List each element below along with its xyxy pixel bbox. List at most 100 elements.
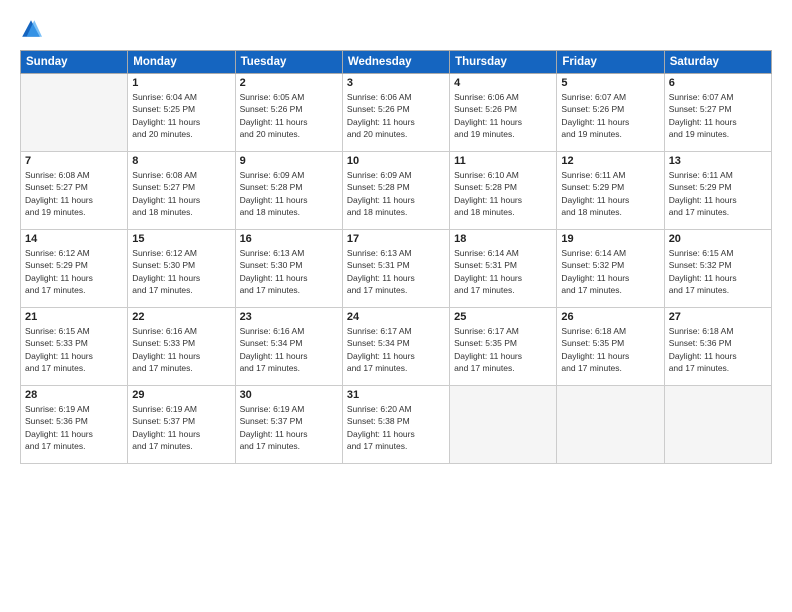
calendar-cell: 23Sunrise: 6:16 AMSunset: 5:34 PMDayligh… <box>235 308 342 386</box>
header <box>20 18 772 40</box>
day-info: Sunrise: 6:08 AMSunset: 5:27 PMDaylight:… <box>25 169 123 218</box>
calendar-cell: 8 Sunrise: 6:08 AMSunset: 5:27 PMDaylight… <box>128 152 235 230</box>
calendar-cell: 28 Sunrise: 6:19 AMSunset: 5:36 PMDayligh… <box>21 386 128 464</box>
calendar-cell: 26 Sunrise: 6:18 AMSunset: 5:35 PMDayligh… <box>557 308 664 386</box>
day-info: Sunrise: 6:18 AMSunset: 5:35 PMDaylight:… <box>561 325 659 374</box>
day-number: 18 <box>454 233 552 245</box>
calendar-cell: 15Sunrise: 6:12 AMSunset: 5:30 PMDayligh… <box>128 230 235 308</box>
calendar-cell: 12Sunrise: 6:11 AMSunset: 5:29 PMDayligh… <box>557 152 664 230</box>
day-info: Sunrise: 6:17 AMSunset: 5:35 PMDaylight:… <box>454 325 552 374</box>
day-info: Sunrise: 6:12 AMSunset: 5:29 PMDaylight:… <box>25 247 123 296</box>
day-info: Sunrise: 6:14 AMSunset: 5:32 PMDaylight:… <box>561 247 659 296</box>
weekday-header-monday: Monday <box>128 51 235 74</box>
day-number: 1 <box>132 77 230 89</box>
day-number: 17 <box>347 233 445 245</box>
day-info: Sunrise: 6:09 AMSunset: 5:28 PMDaylight:… <box>240 169 338 218</box>
calendar-cell: 9 Sunrise: 6:09 AMSunset: 5:28 PMDaylight… <box>235 152 342 230</box>
day-number: 22 <box>132 311 230 323</box>
calendar-week-4: 21 Sunrise: 6:15 AMSunset: 5:33 PMDayligh… <box>21 308 772 386</box>
day-info: Sunrise: 6:11 AMSunset: 5:29 PMDaylight:… <box>561 169 659 218</box>
day-number: 8 <box>132 155 230 167</box>
calendar-cell: 18 Sunrise: 6:14 AMSunset: 5:31 PMDayligh… <box>450 230 557 308</box>
day-number: 16 <box>240 233 338 245</box>
calendar-cell: 27 Sunrise: 6:18 AMSunset: 5:36 PMDayligh… <box>664 308 771 386</box>
day-info: Sunrise: 6:20 AMSunset: 5:38 PMDaylight:… <box>347 403 445 452</box>
day-info: Sunrise: 6:14 AMSunset: 5:31 PMDaylight:… <box>454 247 552 296</box>
calendar-week-3: 14 Sunrise: 6:12 AMSunset: 5:29 PMDayligh… <box>21 230 772 308</box>
weekday-header-thursday: Thursday <box>450 51 557 74</box>
day-number: 14 <box>25 233 123 245</box>
day-info: Sunrise: 6:09 AMSunset: 5:28 PMDaylight:… <box>347 169 445 218</box>
day-info: Sunrise: 6:08 AMSunset: 5:27 PMDaylight:… <box>132 169 230 218</box>
calendar-cell: 4 Sunrise: 6:06 AMSunset: 5:26 PMDaylight… <box>450 74 557 152</box>
page: SundayMondayTuesdayWednesdayThursdayFrid… <box>0 0 792 612</box>
day-number: 20 <box>669 233 767 245</box>
day-info: Sunrise: 6:19 AMSunset: 5:36 PMDaylight:… <box>25 403 123 452</box>
day-number: 23 <box>240 311 338 323</box>
logo <box>20 18 46 40</box>
weekday-header-friday: Friday <box>557 51 664 74</box>
day-info: Sunrise: 6:18 AMSunset: 5:36 PMDaylight:… <box>669 325 767 374</box>
day-info: Sunrise: 6:11 AMSunset: 5:29 PMDaylight:… <box>669 169 767 218</box>
calendar-cell: 17 Sunrise: 6:13 AMSunset: 5:31 PMDayligh… <box>342 230 449 308</box>
calendar-cell: 7 Sunrise: 6:08 AMSunset: 5:27 PMDaylight… <box>21 152 128 230</box>
day-number: 5 <box>561 77 659 89</box>
day-number: 3 <box>347 77 445 89</box>
day-number: 31 <box>347 389 445 401</box>
day-number: 13 <box>669 155 767 167</box>
calendar-cell: 13 Sunrise: 6:11 AMSunset: 5:29 PMDayligh… <box>664 152 771 230</box>
day-info: Sunrise: 6:05 AMSunset: 5:26 PMDaylight:… <box>240 91 338 140</box>
calendar-cell: 19 Sunrise: 6:14 AMSunset: 5:32 PMDayligh… <box>557 230 664 308</box>
day-info: Sunrise: 6:19 AMSunset: 5:37 PMDaylight:… <box>132 403 230 452</box>
day-number: 10 <box>347 155 445 167</box>
calendar-cell <box>664 386 771 464</box>
day-info: Sunrise: 6:15 AMSunset: 5:32 PMDaylight:… <box>669 247 767 296</box>
day-info: Sunrise: 6:07 AMSunset: 5:27 PMDaylight:… <box>669 91 767 140</box>
weekday-header-wednesday: Wednesday <box>342 51 449 74</box>
day-info: Sunrise: 6:06 AMSunset: 5:26 PMDaylight:… <box>454 91 552 140</box>
day-number: 7 <box>25 155 123 167</box>
calendar-week-5: 28 Sunrise: 6:19 AMSunset: 5:36 PMDayligh… <box>21 386 772 464</box>
day-number: 26 <box>561 311 659 323</box>
day-number: 27 <box>669 311 767 323</box>
day-number: 9 <box>240 155 338 167</box>
day-number: 2 <box>240 77 338 89</box>
day-info: Sunrise: 6:04 AMSunset: 5:25 PMDaylight:… <box>132 91 230 140</box>
calendar: SundayMondayTuesdayWednesdayThursdayFrid… <box>20 50 772 464</box>
calendar-cell: 16Sunrise: 6:13 AMSunset: 5:30 PMDayligh… <box>235 230 342 308</box>
day-number: 30 <box>240 389 338 401</box>
calendar-cell: 31 Sunrise: 6:20 AMSunset: 5:38 PMDayligh… <box>342 386 449 464</box>
day-number: 19 <box>561 233 659 245</box>
calendar-week-2: 7 Sunrise: 6:08 AMSunset: 5:27 PMDaylight… <box>21 152 772 230</box>
day-number: 11 <box>454 155 552 167</box>
calendar-cell: 22 Sunrise: 6:16 AMSunset: 5:33 PMDayligh… <box>128 308 235 386</box>
day-info: Sunrise: 6:06 AMSunset: 5:26 PMDaylight:… <box>347 91 445 140</box>
day-number: 15 <box>132 233 230 245</box>
day-info: Sunrise: 6:17 AMSunset: 5:34 PMDaylight:… <box>347 325 445 374</box>
day-info: Sunrise: 6:07 AMSunset: 5:26 PMDaylight:… <box>561 91 659 140</box>
day-number: 28 <box>25 389 123 401</box>
day-info: Sunrise: 6:15 AMSunset: 5:33 PMDaylight:… <box>25 325 123 374</box>
calendar-cell: 5 Sunrise: 6:07 AMSunset: 5:26 PMDaylight… <box>557 74 664 152</box>
calendar-cell <box>21 74 128 152</box>
calendar-cell: 10 Sunrise: 6:09 AMSunset: 5:28 PMDayligh… <box>342 152 449 230</box>
day-number: 25 <box>454 311 552 323</box>
calendar-cell: 24 Sunrise: 6:17 AMSunset: 5:34 PMDayligh… <box>342 308 449 386</box>
calendar-cell: 30Sunrise: 6:19 AMSunset: 5:37 PMDayligh… <box>235 386 342 464</box>
calendar-cell: 20 Sunrise: 6:15 AMSunset: 5:32 PMDayligh… <box>664 230 771 308</box>
day-number: 6 <box>669 77 767 89</box>
day-number: 24 <box>347 311 445 323</box>
day-info: Sunrise: 6:13 AMSunset: 5:31 PMDaylight:… <box>347 247 445 296</box>
calendar-cell: 2 Sunrise: 6:05 AMSunset: 5:26 PMDaylight… <box>235 74 342 152</box>
weekday-header-tuesday: Tuesday <box>235 51 342 74</box>
calendar-cell: 29 Sunrise: 6:19 AMSunset: 5:37 PMDayligh… <box>128 386 235 464</box>
day-info: Sunrise: 6:10 AMSunset: 5:28 PMDaylight:… <box>454 169 552 218</box>
calendar-cell <box>450 386 557 464</box>
day-number: 29 <box>132 389 230 401</box>
calendar-cell: 11 Sunrise: 6:10 AMSunset: 5:28 PMDayligh… <box>450 152 557 230</box>
weekday-header-saturday: Saturday <box>664 51 771 74</box>
day-number: 21 <box>25 311 123 323</box>
day-info: Sunrise: 6:16 AMSunset: 5:33 PMDaylight:… <box>132 325 230 374</box>
day-number: 4 <box>454 77 552 89</box>
calendar-cell: 21 Sunrise: 6:15 AMSunset: 5:33 PMDayligh… <box>21 308 128 386</box>
